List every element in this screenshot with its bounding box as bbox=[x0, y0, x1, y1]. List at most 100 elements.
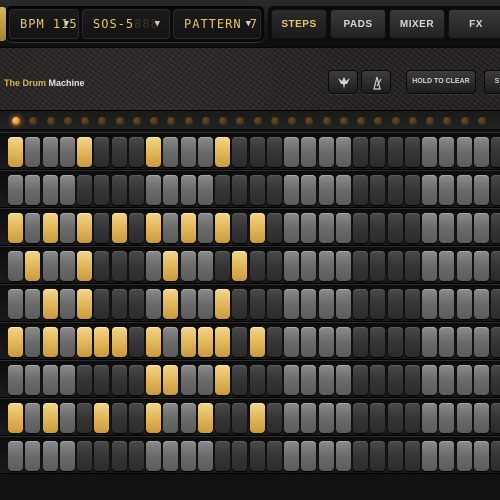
step-button[interactable] bbox=[25, 213, 41, 243]
step-button[interactable] bbox=[163, 403, 179, 433]
step-button-active[interactable] bbox=[146, 213, 161, 243]
step-button[interactable] bbox=[456, 441, 472, 471]
step-button[interactable] bbox=[59, 213, 75, 243]
step-button[interactable] bbox=[249, 137, 265, 167]
step-button[interactable] bbox=[94, 213, 110, 243]
step-button[interactable] bbox=[335, 213, 351, 243]
step-button[interactable] bbox=[439, 175, 455, 205]
step-button[interactable] bbox=[8, 251, 23, 281]
step-button[interactable] bbox=[146, 251, 161, 281]
step-button[interactable] bbox=[25, 137, 41, 167]
step-button[interactable] bbox=[301, 403, 317, 433]
step-button-active[interactable] bbox=[111, 213, 127, 243]
step-button[interactable] bbox=[422, 251, 437, 281]
step-button[interactable] bbox=[387, 365, 403, 395]
step-button-active[interactable] bbox=[215, 213, 230, 243]
step-button[interactable] bbox=[266, 365, 282, 395]
step-button[interactable] bbox=[439, 251, 455, 281]
step-button[interactable] bbox=[404, 327, 420, 357]
step-button[interactable] bbox=[59, 175, 75, 205]
step-button[interactable] bbox=[422, 365, 437, 395]
step-button[interactable] bbox=[128, 365, 144, 395]
step-button[interactable] bbox=[59, 441, 75, 471]
step-button[interactable] bbox=[77, 175, 92, 205]
step-button[interactable] bbox=[111, 175, 127, 205]
step-button-active[interactable] bbox=[42, 403, 58, 433]
step-button[interactable] bbox=[8, 175, 23, 205]
step-button[interactable] bbox=[422, 441, 437, 471]
step-button[interactable] bbox=[128, 289, 144, 319]
step-button[interactable] bbox=[111, 441, 127, 471]
step-button[interactable] bbox=[473, 365, 489, 395]
step-button[interactable] bbox=[370, 441, 386, 471]
step-button[interactable] bbox=[335, 441, 351, 471]
step-button[interactable] bbox=[491, 441, 500, 471]
step-button-active[interactable] bbox=[249, 213, 265, 243]
step-button[interactable] bbox=[59, 365, 75, 395]
step-button[interactable] bbox=[301, 213, 317, 243]
step-button[interactable] bbox=[473, 327, 489, 357]
step-button-active[interactable] bbox=[215, 327, 230, 357]
step-button[interactable] bbox=[422, 403, 437, 433]
step-button[interactable] bbox=[404, 289, 420, 319]
step-button[interactable] bbox=[197, 365, 213, 395]
step-button[interactable] bbox=[59, 251, 75, 281]
step-button[interactable] bbox=[387, 327, 403, 357]
step-button[interactable] bbox=[59, 289, 75, 319]
step-button[interactable] bbox=[387, 175, 403, 205]
step-button-active[interactable] bbox=[146, 365, 161, 395]
step-button[interactable] bbox=[180, 365, 196, 395]
step-button[interactable] bbox=[491, 403, 500, 433]
step-button-active[interactable] bbox=[77, 251, 92, 281]
step-button[interactable] bbox=[387, 213, 403, 243]
step-button[interactable] bbox=[456, 175, 472, 205]
tab-mixer[interactable]: MIXER bbox=[389, 9, 445, 39]
step-button[interactable] bbox=[94, 175, 110, 205]
step-button[interactable] bbox=[439, 213, 455, 243]
step-button[interactable] bbox=[59, 327, 75, 357]
step-button[interactable] bbox=[456, 289, 472, 319]
step-button[interactable] bbox=[77, 365, 92, 395]
step-button[interactable] bbox=[353, 175, 368, 205]
step-button[interactable] bbox=[197, 175, 213, 205]
step-button[interactable] bbox=[370, 365, 386, 395]
step-button[interactable] bbox=[456, 213, 472, 243]
step-button[interactable] bbox=[370, 289, 386, 319]
step-button[interactable] bbox=[456, 251, 472, 281]
step-button[interactable] bbox=[353, 137, 368, 167]
step-button[interactable] bbox=[456, 327, 472, 357]
step-button[interactable] bbox=[249, 289, 265, 319]
step-button[interactable] bbox=[94, 441, 110, 471]
step-button[interactable] bbox=[42, 365, 58, 395]
step-button[interactable] bbox=[111, 137, 127, 167]
step-button-active[interactable] bbox=[77, 137, 92, 167]
step-button[interactable] bbox=[232, 137, 248, 167]
step-button[interactable] bbox=[266, 137, 282, 167]
step-button[interactable] bbox=[25, 403, 41, 433]
step-button[interactable] bbox=[353, 327, 368, 357]
step-button[interactable] bbox=[215, 441, 230, 471]
step-button[interactable] bbox=[94, 137, 110, 167]
step-button[interactable] bbox=[42, 441, 58, 471]
step-button[interactable] bbox=[301, 137, 317, 167]
step-button[interactable] bbox=[439, 289, 455, 319]
step-button[interactable] bbox=[111, 403, 127, 433]
step-button[interactable] bbox=[404, 175, 420, 205]
step-button-active[interactable] bbox=[8, 137, 23, 167]
step-button-active[interactable] bbox=[146, 403, 161, 433]
step-button[interactable] bbox=[163, 137, 179, 167]
step-button[interactable] bbox=[439, 137, 455, 167]
step-button[interactable] bbox=[301, 327, 317, 357]
step-button-active[interactable] bbox=[77, 327, 92, 357]
step-button[interactable] bbox=[94, 365, 110, 395]
step-button-active[interactable] bbox=[163, 289, 179, 319]
tab-pads[interactable]: PADS bbox=[330, 9, 386, 39]
step-button[interactable] bbox=[473, 289, 489, 319]
step-button[interactable] bbox=[284, 213, 299, 243]
step-button[interactable] bbox=[456, 137, 472, 167]
step-button[interactable] bbox=[128, 327, 144, 357]
step-button[interactable] bbox=[128, 441, 144, 471]
step-button[interactable] bbox=[77, 403, 92, 433]
step-button[interactable] bbox=[353, 441, 368, 471]
step-button[interactable] bbox=[439, 365, 455, 395]
